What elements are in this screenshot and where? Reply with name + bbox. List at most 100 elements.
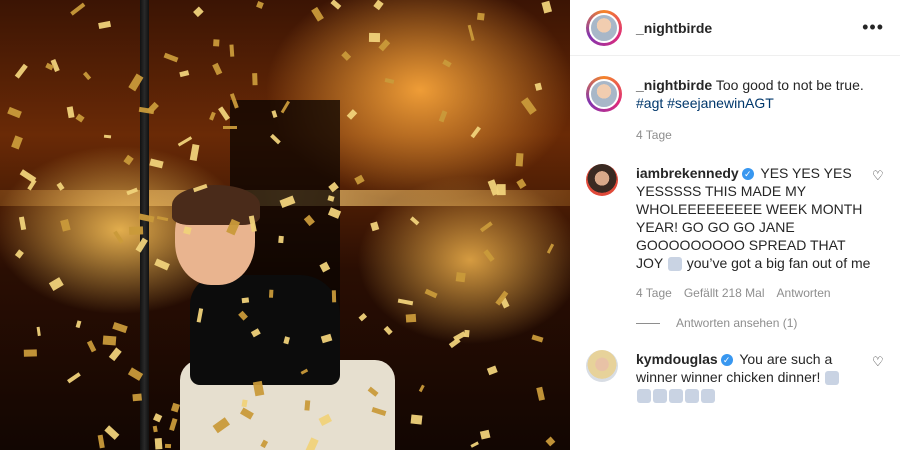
confetti-piece (19, 169, 36, 183)
confetti-piece (189, 144, 200, 161)
raised-hands-emoji-icon (685, 389, 699, 404)
confetti-piece (470, 126, 482, 139)
raised-hands-emoji-icon (667, 257, 682, 272)
confetti-piece (476, 12, 485, 21)
confetti-piece (531, 334, 544, 343)
story-ring[interactable] (586, 9, 622, 46)
confetti-piece (66, 105, 75, 118)
confetti-piece (104, 424, 120, 440)
confetti-piece (346, 109, 357, 121)
view-replies-label: Antworten ansehen (1) (676, 316, 798, 330)
confetti-piece (15, 249, 25, 259)
confetti-piece (409, 216, 420, 226)
performer-hair (172, 185, 260, 225)
confetti-piece (113, 230, 124, 244)
confetti-piece (193, 6, 204, 18)
confetti-piece (152, 426, 159, 434)
commenter-avatar[interactable] (586, 350, 618, 382)
confetti-piece (86, 340, 97, 353)
confetti-piece (516, 178, 527, 189)
like-heart-icon[interactable]: ♡ (872, 354, 884, 369)
confetti-piece (36, 326, 41, 337)
comment-username[interactable]: kymdouglas (636, 351, 718, 367)
raised-hands-emoji-icon (669, 389, 683, 404)
hashtag-seejanewinagt[interactable]: #seejanewinAGT (667, 95, 774, 111)
post-photo[interactable] (0, 0, 570, 450)
confetti-piece (536, 386, 546, 402)
confetti-piece (149, 158, 164, 169)
verified-badge-icon: ✓ (720, 354, 733, 367)
confetti-piece (24, 350, 38, 358)
confetti-piece (331, 290, 337, 303)
confetti-piece (112, 321, 128, 334)
hashtag-agt[interactable]: #agt (636, 95, 663, 111)
story-ring[interactable] (586, 76, 622, 112)
confetti-piece (103, 335, 117, 345)
confetti-piece (212, 62, 222, 76)
comment-body: kymdouglas ✓ You are such a winner winner… (636, 350, 872, 404)
confetti-piece (129, 226, 144, 235)
instagram-post-window: _nightbirde ••• _nightbirde Too good to … (0, 0, 900, 450)
confetti-piece (75, 320, 82, 329)
confetti-piece (268, 289, 274, 299)
confetti-piece (67, 372, 81, 384)
confetti-piece (218, 106, 231, 121)
confetti-piece (10, 135, 23, 150)
confetti-piece (515, 152, 524, 167)
raised-hands-emoji-icon (701, 389, 715, 404)
confetti-piece (255, 0, 264, 9)
confetti-piece (384, 77, 395, 84)
confetti-piece (373, 0, 384, 11)
confetti-piece (179, 69, 189, 78)
confetti-piece (152, 412, 163, 423)
verified-badge-icon: ✓ (741, 168, 754, 181)
more-horizontal-icon[interactable]: ••• (862, 17, 884, 38)
comment-age[interactable]: 4 Tage (636, 284, 672, 302)
confetti-piece (545, 436, 556, 446)
raised-hands-emoji-icon (637, 389, 651, 404)
confetti-piece (369, 221, 379, 232)
confetti-piece (213, 39, 220, 47)
confetti-piece (397, 298, 414, 305)
confetti-piece (208, 111, 217, 122)
post-header: _nightbirde ••• (570, 0, 900, 56)
performer-shirt (190, 275, 340, 385)
confetti-piece (83, 71, 92, 81)
confetti-piece (330, 0, 342, 9)
confetti-piece (170, 402, 181, 413)
comment: iambrekennedy ✓ YES YES YES YESSSSS THIS … (570, 164, 900, 302)
confetti-piece (486, 365, 498, 376)
comment-username[interactable]: iambrekennedy (636, 165, 739, 181)
confetti-piece (48, 277, 64, 291)
confetti-piece (59, 218, 71, 232)
confetti-piece (108, 347, 122, 362)
comment-likes[interactable]: Gefällt 218 Mal (684, 284, 765, 302)
caption-text: Too good to not be true. (715, 77, 864, 93)
like-heart-icon[interactable]: ♡ (872, 168, 884, 183)
raised-hands-emoji-icon (825, 371, 840, 386)
confetti-piece (169, 418, 178, 432)
confetti-piece (252, 72, 258, 86)
confetti-piece (14, 63, 28, 79)
caption-avatar[interactable] (589, 79, 619, 109)
confetti-piece (358, 313, 368, 322)
confetti-piece (132, 393, 142, 402)
confetti-piece (471, 441, 480, 448)
confetti-piece (153, 258, 170, 271)
confetti-piece (424, 288, 438, 299)
caption-age[interactable]: 4 Tage (636, 126, 672, 144)
view-replies-button[interactable]: Antworten ansehen (1) (570, 316, 900, 330)
header-username[interactable]: _nightbirde (636, 20, 712, 36)
comment-text-tail: you’ve got a big fan out of me (686, 255, 871, 271)
caption-username[interactable]: _nightbirde (636, 77, 712, 93)
confetti-piece (479, 221, 493, 232)
confetti-piece (278, 235, 284, 243)
confetti-piece (222, 126, 237, 130)
comment-reply-button[interactable]: Antworten (777, 284, 831, 302)
confetti-piece (442, 59, 452, 68)
confetti-piece (229, 44, 235, 57)
confetti-piece (455, 272, 466, 284)
confetti-piece (70, 2, 85, 16)
profile-avatar[interactable] (589, 12, 619, 43)
commenter-avatar[interactable] (586, 164, 618, 196)
